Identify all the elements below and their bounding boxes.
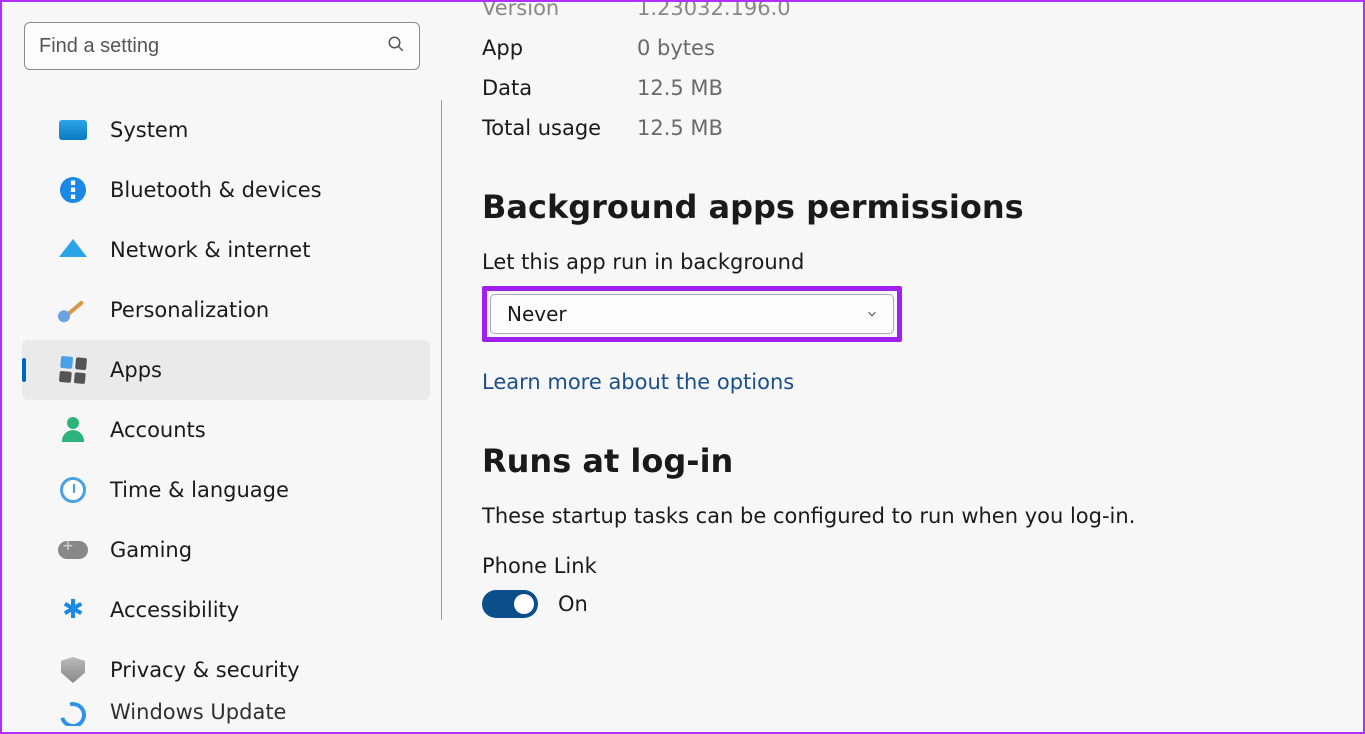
- sidebar-item-accessibility[interactable]: ✱ Accessibility: [22, 580, 430, 640]
- highlight-annotation: Never: [482, 286, 902, 342]
- sidebar-item-label: Personalization: [110, 298, 269, 322]
- wifi-icon: [58, 235, 88, 265]
- startup-task-toggle[interactable]: [482, 590, 538, 618]
- login-description: These startup tasks can be configured to…: [482, 504, 1363, 528]
- sidebar-item-apps[interactable]: Apps: [22, 340, 430, 400]
- background-permission-select[interactable]: Never: [490, 294, 894, 334]
- update-icon: [58, 700, 88, 726]
- heading-runs-at-login: Runs at log-in: [482, 442, 1363, 480]
- person-icon: [58, 415, 88, 445]
- sidebar-item-time-language[interactable]: Time & language: [22, 460, 430, 520]
- sidebar-divider: [441, 100, 442, 620]
- gamepad-icon: [58, 535, 88, 565]
- info-label-version: Version: [482, 2, 637, 20]
- sidebar-item-label: System: [110, 118, 188, 142]
- nav-list: System ⋮ Bluetooth & devices Network & i…: [2, 100, 442, 726]
- search-box[interactable]: [24, 22, 420, 70]
- chevron-down-icon: [865, 302, 879, 326]
- sidebar-item-privacy[interactable]: Privacy & security: [22, 640, 430, 700]
- sidebar-item-label: Privacy & security: [110, 658, 300, 682]
- bluetooth-icon: ⋮: [58, 175, 88, 205]
- clock-icon: [58, 475, 88, 505]
- sidebar-item-label: Windows Update: [110, 700, 286, 724]
- sidebar-item-network[interactable]: Network & internet: [22, 220, 430, 280]
- info-label-total: Total usage: [482, 116, 637, 140]
- sidebar-item-label: Accessibility: [110, 598, 239, 622]
- select-value: Never: [507, 302, 567, 326]
- sidebar-item-label: Apps: [110, 358, 162, 382]
- settings-sidebar: System ⋮ Bluetooth & devices Network & i…: [2, 2, 442, 732]
- info-value-total: 12.5 MB: [637, 116, 723, 140]
- info-label-app: App: [482, 36, 637, 60]
- sidebar-item-label: Gaming: [110, 538, 192, 562]
- monitor-icon: [58, 115, 88, 145]
- sidebar-item-label: Accounts: [110, 418, 206, 442]
- startup-task-name: Phone Link: [482, 554, 1363, 578]
- sidebar-item-label: Bluetooth & devices: [110, 178, 322, 202]
- info-value-data: 12.5 MB: [637, 76, 723, 100]
- label-run-in-background: Let this app run in background: [482, 250, 1363, 274]
- sidebar-item-bluetooth[interactable]: ⋮ Bluetooth & devices: [22, 160, 430, 220]
- sidebar-item-system[interactable]: System: [22, 100, 430, 160]
- sidebar-item-accounts[interactable]: Accounts: [22, 400, 430, 460]
- search-icon: [387, 35, 405, 57]
- sidebar-item-label: Time & language: [110, 478, 289, 502]
- sidebar-item-label: Network & internet: [110, 238, 310, 262]
- sidebar-item-windows-update[interactable]: Windows Update: [22, 700, 430, 726]
- accessibility-icon: ✱: [58, 595, 88, 625]
- info-value-app: 0 bytes: [637, 36, 715, 60]
- link-learn-more[interactable]: Learn more about the options: [482, 370, 794, 394]
- sidebar-item-gaming[interactable]: Gaming: [22, 520, 430, 580]
- search-input[interactable]: [39, 35, 387, 58]
- main-content: Version 1.23032.196.0 App 0 bytes Data 1…: [442, 2, 1363, 732]
- settings-window: System ⋮ Bluetooth & devices Network & i…: [0, 0, 1365, 734]
- sidebar-item-personalization[interactable]: Personalization: [22, 280, 430, 340]
- info-value-version: 1.23032.196.0: [637, 2, 791, 20]
- toggle-state-label: On: [558, 592, 588, 616]
- apps-icon: [58, 355, 88, 385]
- heading-background-permissions: Background apps permissions: [482, 188, 1363, 226]
- shield-icon: [58, 655, 88, 685]
- paintbrush-icon: [58, 295, 88, 325]
- info-label-data: Data: [482, 76, 637, 100]
